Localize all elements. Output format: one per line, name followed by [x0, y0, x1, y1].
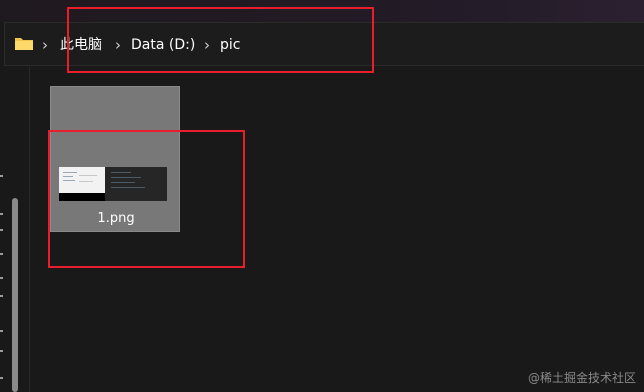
- nav-expander-icon[interactable]: [0, 213, 3, 215]
- nav-expander-icon[interactable]: [0, 350, 3, 352]
- nav-expander-icon[interactable]: [0, 377, 3, 379]
- annotation-box-file: [48, 130, 245, 268]
- nav-expander-icon[interactable]: [0, 229, 3, 231]
- chevron-right-icon[interactable]: ›: [42, 35, 48, 55]
- nav-scrollbar[interactable]: [12, 198, 18, 392]
- nav-expander-icon[interactable]: [0, 295, 3, 297]
- folder-icon: [14, 35, 34, 51]
- nav-expander-icon[interactable]: [0, 175, 3, 177]
- nav-expander-icon[interactable]: [0, 277, 3, 279]
- nav-expander-icon[interactable]: [0, 253, 3, 255]
- watermark: @稀土掘金技术社区: [527, 371, 636, 385]
- nav-expander-icon[interactable]: [0, 330, 3, 332]
- annotation-box-address: [67, 7, 374, 73]
